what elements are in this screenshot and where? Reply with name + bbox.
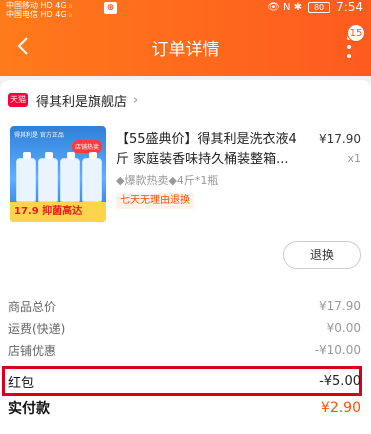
- header-bar: 中国移动 HD 4G ᵢₗ 中国电信 HD 4G ᵢₗ ⊕ 👁 N ✱ 80 7…: [0, 0, 371, 76]
- summary-value: -¥5.00: [319, 373, 361, 389]
- summary-row-shipping: 运费(快递) ¥0.00: [8, 318, 361, 338]
- total-label: 实付款: [8, 401, 50, 417]
- return-policy-badge: 七天无理由退换: [116, 193, 194, 209]
- more-dot-icon: [347, 45, 351, 49]
- bottle-icon: [16, 152, 36, 202]
- total-value: ¥2.90: [320, 400, 361, 416]
- tmall-icon: 天猫: [8, 93, 28, 107]
- carrier-line-2: 中国电信 HD 4G ᵢₗ: [6, 10, 72, 19]
- bottle-icon: [82, 152, 102, 202]
- summary-value: -¥10.00: [314, 343, 361, 357]
- carrier-info: 中国移动 HD 4G ᵢₗ 中国电信 HD 4G ᵢₗ: [6, 1, 72, 19]
- order-card: 天猫 得其利是旗舰店 › 得其利是 官方正品 店铺热卖 17.9 抑菌高达99%…: [0, 80, 371, 434]
- page-title: 订单详情: [151, 40, 220, 60]
- product-spec: ◆爆款热卖◆4斤*1瓶: [116, 174, 219, 187]
- carrier-line-1: 中国移动 HD 4G ᵢₗ: [6, 1, 72, 10]
- store-name: 得其利是旗舰店: [36, 94, 128, 110]
- navigation-bar: 订单详情 15: [0, 22, 371, 72]
- summary-value: ¥0.00: [326, 321, 361, 335]
- summary-row-store-discount: 店铺优惠 -¥10.00: [8, 340, 361, 360]
- summary-row-total: 实付款 ¥2.90: [8, 398, 361, 418]
- product-price: ¥17.90: [319, 132, 361, 146]
- bottle-icon: [60, 152, 80, 202]
- summary-label: 红包: [8, 375, 35, 391]
- summary-row-red-packet: 红包 -¥5.00: [8, 371, 361, 391]
- refund-exchange-button[interactable]: 退换: [283, 241, 361, 269]
- product-image[interactable]: 得其利是 官方正品 店铺热卖 17.9 抑菌高达99%: [10, 126, 106, 222]
- summary-label: 商品总价: [8, 299, 57, 314]
- image-price-banner: 17.9 抑菌高达99%: [10, 202, 106, 222]
- store-header[interactable]: 天猫 得其利是旗舰店 ›: [8, 90, 138, 110]
- clock: 7:54: [336, 0, 363, 14]
- image-hot-badge: 店铺热卖: [71, 140, 102, 153]
- image-brand-text: 得其利是 官方正品: [14, 132, 64, 139]
- more-dot-icon: [347, 54, 351, 58]
- status-icons: 👁 N ✱ 80 7:54: [267, 0, 363, 14]
- summary-label: 店铺优惠: [8, 343, 57, 358]
- battery-icon: 80: [308, 2, 331, 13]
- product-title[interactable]: 【55盛典价】得其利是洗衣液4斤 家庭装香味持久桶装整箱...: [116, 130, 302, 170]
- chevron-right-icon: ›: [133, 92, 139, 108]
- summary-label: 运费(快递): [8, 321, 66, 336]
- status-system-icons: 👁 N ✱: [267, 2, 303, 13]
- product-quantity: x1: [347, 152, 361, 165]
- summary-value: ¥17.90: [319, 299, 361, 313]
- message-count-badge[interactable]: 15: [347, 24, 365, 42]
- status-bar: 中国移动 HD 4G ᵢₗ 中国电信 HD 4G ᵢₗ ⊕ 👁 N ✱ 80 7…: [0, 0, 371, 19]
- summary-row-subtotal: 商品总价 ¥17.90: [8, 296, 361, 316]
- bottle-icon: [38, 152, 58, 202]
- app-notification-icon: ⊕: [104, 2, 117, 14]
